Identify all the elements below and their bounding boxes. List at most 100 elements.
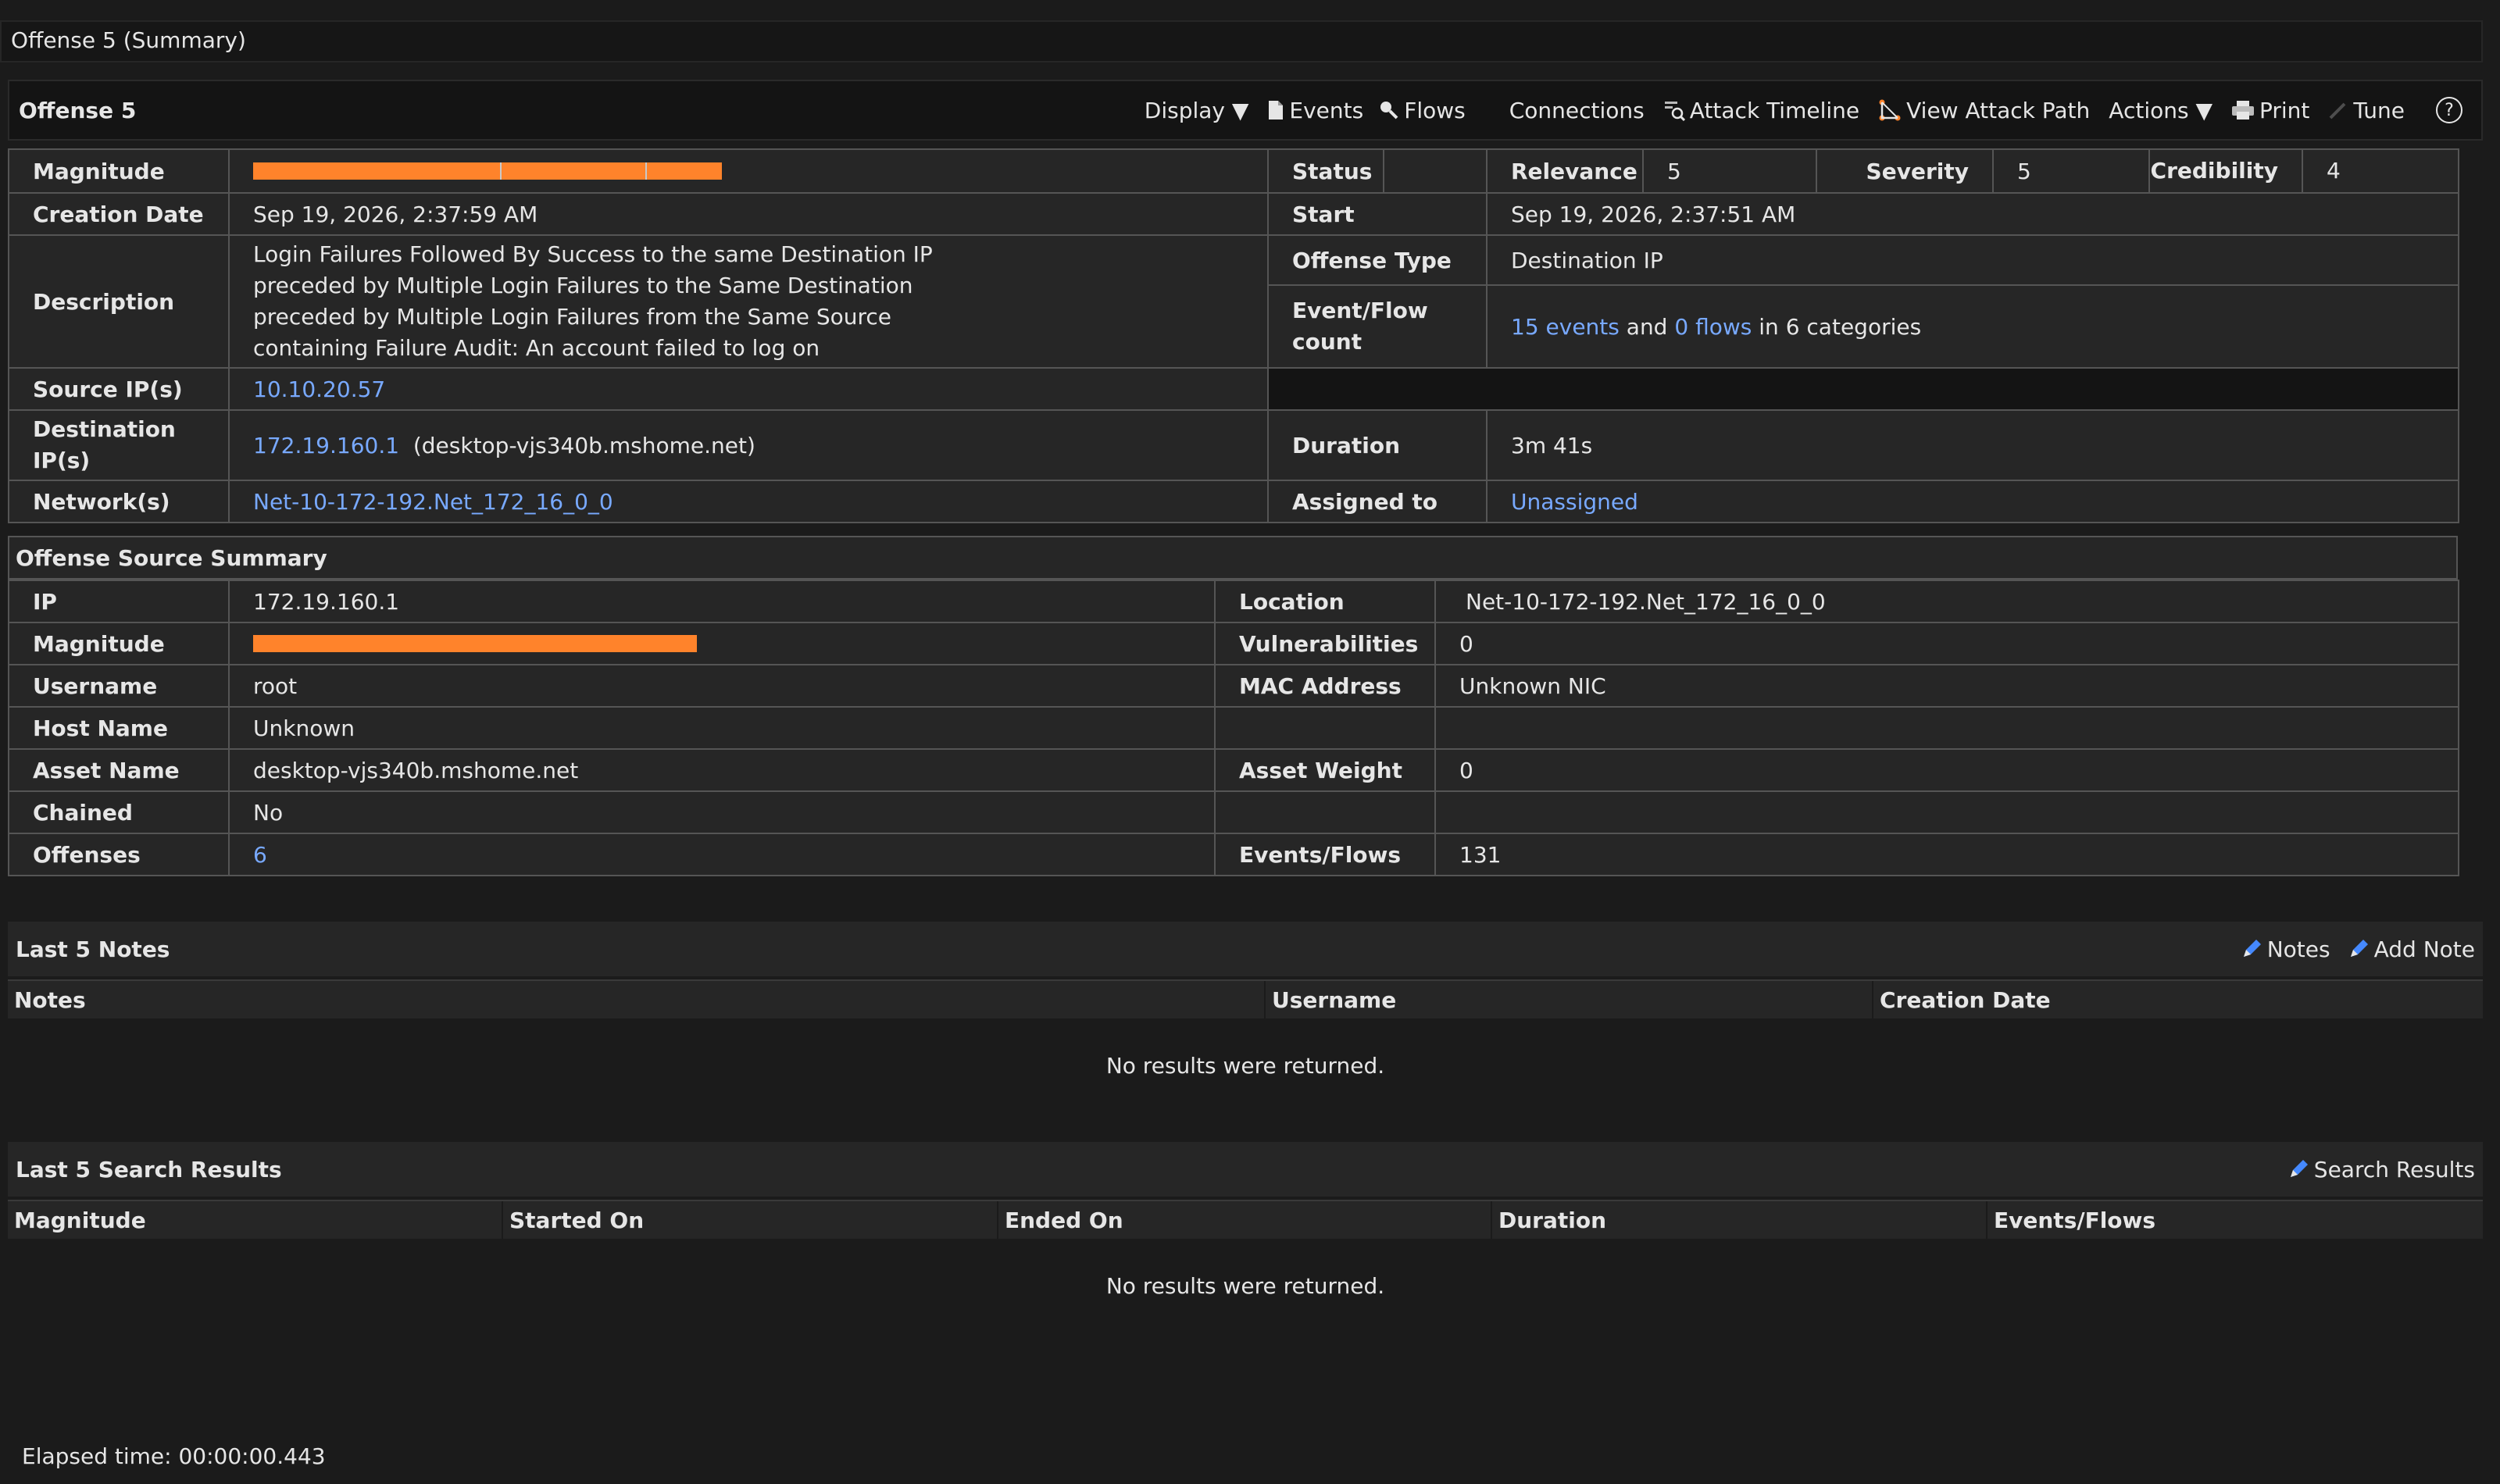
categories-text: in 6 categories <box>1759 313 1922 340</box>
duration-column-header[interactable]: Duration <box>1492 1201 1988 1239</box>
flows-button[interactable]: Flows <box>1379 98 1466 123</box>
chained-label: Chained <box>8 790 230 834</box>
connections-button[interactable]: Connections <box>1509 98 1645 123</box>
offenses-cell: 6 <box>228 833 1216 876</box>
empty-cell <box>1214 706 1436 750</box>
start-value: Sep 19, 2026, 2:37:51 AM <box>1486 192 2459 236</box>
offenses-link[interactable]: 6 <box>253 842 267 868</box>
notes-column-header[interactable]: Notes <box>8 981 1266 1018</box>
print-button-label: Print <box>2259 97 2310 123</box>
assigned-to-link[interactable]: Unassigned <box>1511 489 1638 515</box>
notes-section-header: Last 5 Notes Notes Add Note <box>8 922 2483 976</box>
host-name-value: Unknown <box>228 706 1216 750</box>
description-value: Login Failures Followed By Success to th… <box>228 234 1269 369</box>
pencil-icon <box>2243 940 2261 957</box>
events-button[interactable]: Events <box>1267 98 1363 123</box>
event-flow-count-label: Event/Flow count <box>1267 284 1488 369</box>
source-magnitude-bar <box>253 635 697 652</box>
source-ip-link[interactable]: 10.10.20.57 <box>253 376 385 402</box>
duration-label: Duration <box>1267 409 1488 481</box>
start-label: Start <box>1267 192 1488 236</box>
offense-type-value: Destination IP <box>1486 234 2459 286</box>
pencil-icon <box>2350 940 2368 957</box>
tune-button-label: Tune <box>2353 97 2405 123</box>
elapsed-time: Elapsed time: 00:00:00.443 <box>22 1443 326 1469</box>
location-value: Net-10-172-192.Net_172_16_0_0 <box>1434 580 2459 623</box>
attack-timeline-button[interactable]: Attack Timeline <box>1663 98 1859 123</box>
offense-title: Offense 5 <box>19 97 137 123</box>
vulnerabilities-value: 0 <box>1434 622 2459 665</box>
severity-value: 5 <box>1992 148 2150 194</box>
events-flows-column-header[interactable]: Events/Flows <box>1988 1201 2483 1239</box>
search-table-header: Magnitude Started On Ended On Duration E… <box>8 1200 2483 1239</box>
events-flows-value: 131 <box>1434 833 2459 876</box>
display-menu[interactable]: Display ▼ <box>1145 98 1249 123</box>
view-attack-path-button[interactable]: View Attack Path <box>1878 98 2090 123</box>
flows-link[interactable]: 0 flows <box>1674 314 1752 340</box>
magnitude-column-header[interactable]: Magnitude <box>8 1201 503 1239</box>
pencil-icon <box>2290 1160 2308 1177</box>
credibility-cell: Credibility 4 <box>2148 148 2459 194</box>
destination-ip-link[interactable]: 172.19.160.1 <box>253 433 399 458</box>
mac-address-label: MAC Address <box>1214 664 1436 708</box>
asset-name-label: Asset Name <box>8 748 230 792</box>
asset-weight-value: 0 <box>1434 748 2459 792</box>
creation-date-label: Creation Date <box>8 192 230 236</box>
chained-value: No <box>228 790 1216 834</box>
source-summary-title: Offense Source Summary <box>8 536 2458 580</box>
print-button[interactable]: Print <box>2231 98 2309 123</box>
search-results-button[interactable]: Search Results <box>2288 1157 2475 1183</box>
mac-address-value: Unknown NIC <box>1434 664 2459 708</box>
destination-ips-label: Destination IP(s) <box>8 409 230 481</box>
actions-menu[interactable]: Actions ▼ <box>2109 98 2212 123</box>
tune-button[interactable]: Tune <box>2328 98 2405 123</box>
source-ip-label: IP <box>8 580 230 623</box>
asset-weight-label: Asset Weight <box>1214 748 1436 792</box>
add-note-button-label: Add Note <box>2373 936 2475 962</box>
offenses-label: Offenses <box>8 833 230 876</box>
offense-summary-table: Magnitude Status Relevance 5 Severity 5 … <box>8 148 2459 523</box>
add-note-button[interactable]: Add Note <box>2348 936 2475 962</box>
assigned-to-label: Assigned to <box>1267 480 1488 523</box>
description-line: Login Failures Followed By Success to th… <box>253 241 933 267</box>
relevance-value: 5 <box>1642 148 1817 194</box>
search-empty-message: No results were returned. <box>1105 1273 1385 1299</box>
source-magnitude-cell <box>228 622 1216 665</box>
network-link[interactable]: Net-10-172-192.Net_172_16_0_0 <box>253 489 613 515</box>
ended-on-column-header[interactable]: Ended On <box>998 1201 1492 1239</box>
attack-timeline-label: Attack Timeline <box>1689 97 1860 123</box>
tune-icon <box>2330 102 2346 120</box>
description-line: containing Failure Audit: An account fai… <box>253 335 820 361</box>
offense-header: Offense 5 Display ▼ Events Flows Connect… <box>8 80 2483 141</box>
credibility-value: 4 <box>2327 158 2341 184</box>
destination-label-line: Destination <box>33 416 176 442</box>
asset-name-value: desktop-vjs340b.mshome.net <box>228 748 1216 792</box>
started-on-column-header[interactable]: Started On <box>503 1201 998 1239</box>
notes-empty-message: No results were returned. <box>1105 1053 1385 1079</box>
networks-label: Network(s) <box>8 480 230 523</box>
source-ip-value: 172.19.160.1 <box>228 580 1216 623</box>
username-column-header[interactable]: Username <box>1266 981 1873 1018</box>
creation-date-value: Sep 19, 2026, 2:37:59 AM <box>228 192 1269 236</box>
notes-button[interactable]: Notes <box>2241 936 2330 962</box>
description-line: preceded by Multiple Login Failures from… <box>253 304 892 330</box>
creation-date-column-header[interactable]: Creation Date <box>1873 981 2483 1018</box>
magnitude-cell <box>228 148 1269 194</box>
username-value: root <box>228 664 1216 708</box>
destination-label-line: IP(s) <box>33 448 91 473</box>
destination-host: (desktop-vjs340b.mshome.net) <box>412 432 755 458</box>
page-title: Offense 5 (Summary) <box>0 20 2483 62</box>
help-icon[interactable]: ? <box>2436 97 2462 123</box>
relevance-label: Relevance <box>1486 148 1644 194</box>
search-results-button-label: Search Results <box>2313 1156 2475 1183</box>
and-text: and <box>1626 313 1668 340</box>
source-ips-cell: 10.10.20.57 <box>228 367 1269 411</box>
empty-cell <box>1434 790 2459 834</box>
printer-icon <box>2232 101 2254 120</box>
magnitude-label: Magnitude <box>8 148 230 194</box>
events-link[interactable]: 15 events <box>1511 314 1620 340</box>
empty-cell <box>1434 706 2459 750</box>
document-icon <box>1269 101 1284 120</box>
vulnerabilities-label: Vulnerabilities <box>1214 622 1436 665</box>
networks-cell: Net-10-172-192.Net_172_16_0_0 <box>228 480 1269 523</box>
